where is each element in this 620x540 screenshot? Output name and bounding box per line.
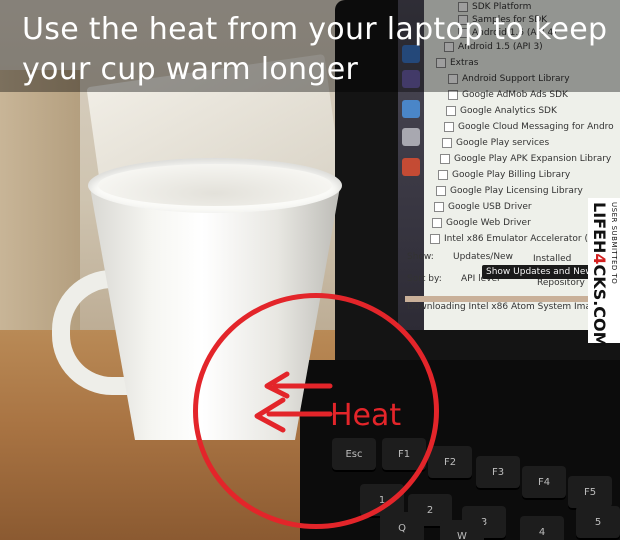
heat-label: Heat <box>330 398 402 433</box>
show-label: Show: <box>407 252 434 262</box>
photo-scene: SDK Platform Samples for SDK Android 1.6… <box>0 0 620 540</box>
launcher-app-icon <box>402 100 420 118</box>
heat-arrows-icon <box>254 371 333 433</box>
sort-by-label: Sort by: <box>407 274 442 284</box>
sdk-row: Google Analytics SDK <box>446 104 557 119</box>
download-progress-bar <box>405 296 595 302</box>
installed-checkbox: Installed <box>533 254 572 264</box>
sdk-row: Google Play APK Expansion Library <box>440 152 611 167</box>
watermark-tagline: USER SUBMITTED TO <box>610 202 618 285</box>
cup-interior <box>98 164 332 206</box>
updates-new-checkbox: Updates/New <box>453 252 513 262</box>
caption-line-1: Use the heat from your laptop to keep <box>22 12 608 47</box>
keyboard-key: F2 <box>428 446 472 480</box>
tooltip: Show Updates and New <box>482 265 597 279</box>
sdk-row: Google Play Billing Library <box>438 168 570 183</box>
keyboard-key: Q <box>380 512 424 540</box>
caption-line-2: your cup warm longer <box>22 52 359 87</box>
keyboard-key: F5 <box>568 476 612 510</box>
sdk-row: Google Web Driver <box>432 216 531 231</box>
lifehacks-watermark: USER SUBMITTED TO LIFEH4CKS.COM <box>588 198 620 348</box>
caption-text: Use the heat from your laptop to keep yo… <box>22 10 612 90</box>
launcher-app-icon <box>402 158 420 176</box>
keyboard-key: 5 <box>576 506 620 540</box>
keyboard-key: F3 <box>476 456 520 490</box>
sdk-row: Google USB Driver <box>434 200 532 215</box>
keyboard-key: 4 <box>520 516 564 540</box>
repository-radio: Repository <box>537 278 585 288</box>
sdk-row: Google Cloud Messaging for Andro <box>444 120 614 135</box>
sdk-row: Google Play services <box>442 136 549 151</box>
watermark-brand: LIFEH4CKS.COM <box>590 202 609 348</box>
sdk-row: Google Play Licensing Library <box>436 184 583 199</box>
sdk-row: Intel x86 Emulator Accelerator (I <box>430 232 591 247</box>
keyboard-key: W <box>440 520 484 540</box>
launcher-app-icon <box>402 128 420 146</box>
keyboard-key: F4 <box>522 466 566 500</box>
download-status: Downloading Intel x86 Atom System Image, <box>407 302 606 312</box>
